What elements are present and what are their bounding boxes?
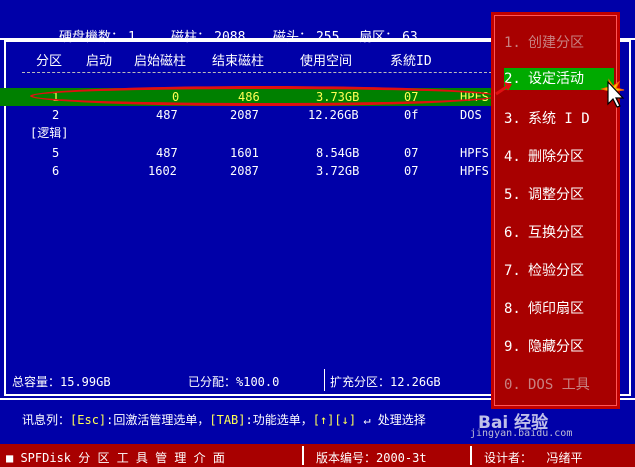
cell-id: HPFS bbox=[460, 164, 489, 178]
menu-item-create-partition[interactable]: 1. 创建分区 bbox=[504, 32, 614, 54]
cell-size: 07 bbox=[404, 146, 419, 160]
arrow-keys: [↑][↓] bbox=[312, 413, 357, 427]
cell-partition: 5 bbox=[52, 146, 60, 160]
mouse-cursor-icon bbox=[600, 78, 625, 108]
menu-item-hide-partition[interactable]: 9. 隐藏分区 bbox=[504, 336, 614, 358]
cell-start: 2087 bbox=[230, 108, 259, 122]
message-prefix: 讯息列： bbox=[22, 413, 71, 427]
app-title: ■ SPFDisk 分 区 工 具 管 理 介 面 bbox=[6, 451, 225, 465]
tab-desc: :功能选单， bbox=[245, 413, 313, 427]
menu-item-set-active[interactable]: 2. 设定活动 bbox=[504, 68, 614, 90]
menu-item-label: 设定活动 bbox=[528, 71, 584, 87]
esc-key: [Esc] bbox=[70, 413, 107, 427]
menu-item-label: 互换分区 bbox=[528, 225, 584, 241]
menu-item-number: 4. bbox=[504, 149, 521, 165]
baidu-watermark-url: jingyan.baidu.com bbox=[470, 428, 573, 439]
annotation-arrow-icon bbox=[495, 82, 512, 96]
col-header-used-space: 使用空间 bbox=[300, 54, 353, 69]
cell-id: HPFS bbox=[460, 146, 489, 160]
cell-size: 0f bbox=[404, 108, 419, 122]
col-header-end-cyl: 结束磁柱 bbox=[212, 54, 265, 69]
menu-item-label: 调整分区 bbox=[528, 187, 584, 203]
menu-item-swap-partition[interactable]: 6. 互换分区 bbox=[504, 222, 614, 244]
cell-boot: 487 bbox=[156, 146, 178, 160]
function-menu: 1. 创建分区 2. 设定活动 3. 系统 I D 4. 删除分区 5. 调整分区 6. 互… bbox=[491, 12, 620, 409]
stats-divider bbox=[324, 369, 325, 391]
cell-id: DOS bbox=[460, 108, 482, 122]
menu-item-number: 3. bbox=[504, 111, 521, 127]
menu-item-system-id[interactable]: 3. 系统 I D bbox=[504, 108, 614, 130]
cell-boot: 1602 bbox=[148, 164, 177, 178]
menu-item-number: 1. bbox=[504, 35, 521, 51]
col-header-boot: 启动 bbox=[86, 54, 113, 69]
menu-item-number: 6. bbox=[504, 225, 521, 241]
extended-partition: 扩充分区：12.26GB bbox=[330, 375, 441, 389]
cell-partition: 2 bbox=[52, 108, 60, 122]
col-header-partition: 分区 bbox=[36, 54, 63, 69]
allocated-percent: 已分配：%100.0 bbox=[188, 375, 280, 389]
cell-start: 2087 bbox=[230, 164, 259, 178]
menu-item-label: 删除分区 bbox=[528, 149, 584, 165]
total-capacity: 总容量：15.99GB bbox=[12, 375, 111, 389]
menu-item-check-partition[interactable]: 7. 检验分区 bbox=[504, 260, 614, 282]
partition-row-5[interactable]: 5 487 1601 8.54GB 07 HPFS bbox=[0, 144, 495, 162]
menu-item-dos-tools[interactable]: 0. DOS 工具 bbox=[504, 374, 614, 396]
status-divider bbox=[470, 446, 472, 465]
partition-row-6[interactable]: 6 1602 2087 3.72GB 07 HPFS bbox=[0, 162, 495, 180]
partition-row-2[interactable]: 2 487 2087 12.26GB 0f DOS bbox=[0, 106, 495, 124]
status-bar: ■ SPFDisk 分 区 工 具 管 理 介 面 版本编号：2000-3t 设… bbox=[0, 444, 635, 467]
menu-item-delete-partition[interactable]: 4. 删除分区 bbox=[504, 146, 614, 168]
esc-desc: :回激活管理选单， bbox=[106, 413, 210, 427]
col-header-system-id: 系統ID bbox=[390, 54, 432, 69]
menu-item-resize-partition[interactable]: 5. 调整分区 bbox=[504, 184, 614, 206]
menu-item-number: 7. bbox=[504, 263, 521, 279]
header-divider bbox=[22, 72, 492, 73]
menu-item-label: 隐藏分区 bbox=[528, 339, 584, 355]
menu-item-label: 创建分区 bbox=[528, 35, 584, 51]
logical-label: [逻辑] bbox=[30, 126, 69, 140]
menu-item-number: 5. bbox=[504, 187, 521, 203]
cell-end: 12.26GB bbox=[308, 108, 359, 122]
menu-item-label: 系统 I D bbox=[528, 111, 590, 127]
menu-item-dump-sector[interactable]: 8. 倾印扇区 bbox=[504, 298, 614, 320]
menu-item-label: 检验分区 bbox=[528, 263, 584, 279]
menu-item-number: 8. bbox=[504, 301, 521, 317]
menu-item-number: 9. bbox=[504, 339, 521, 355]
version-info: 版本编号：2000-3t bbox=[316, 451, 427, 465]
cell-size: 07 bbox=[404, 164, 419, 178]
cell-end: 8.54GB bbox=[316, 146, 360, 160]
menu-item-number: 0. bbox=[504, 377, 521, 393]
spfdisk-screen: 硬盘機数： 1 磁柱： 2088 磁头： 255 扇区： 63 分区 启动 启始磁柱 结… bbox=[0, 0, 635, 467]
cell-partition: 6 bbox=[52, 164, 60, 178]
menu-item-label: DOS 工具 bbox=[528, 377, 590, 393]
tab-key: [TAB] bbox=[209, 413, 246, 427]
enter-desc: ↵ 处理选择 bbox=[356, 413, 426, 427]
col-header-start-cyl: 启始磁柱 bbox=[134, 54, 187, 69]
cell-start: 1601 bbox=[230, 146, 259, 160]
menu-item-label: 倾印扇区 bbox=[528, 301, 584, 317]
designer-info: 设计者： 冯绪平 bbox=[484, 451, 583, 465]
status-divider bbox=[302, 446, 304, 465]
message-text: 讯息列：[Esc]:回激活管理选单，[TAB]:功能选单，[↑][↓] ↵ 处理… bbox=[22, 411, 426, 428]
cell-boot: 487 bbox=[156, 108, 178, 122]
annotation-ellipse bbox=[30, 86, 498, 106]
cell-end: 3.72GB bbox=[316, 164, 360, 178]
